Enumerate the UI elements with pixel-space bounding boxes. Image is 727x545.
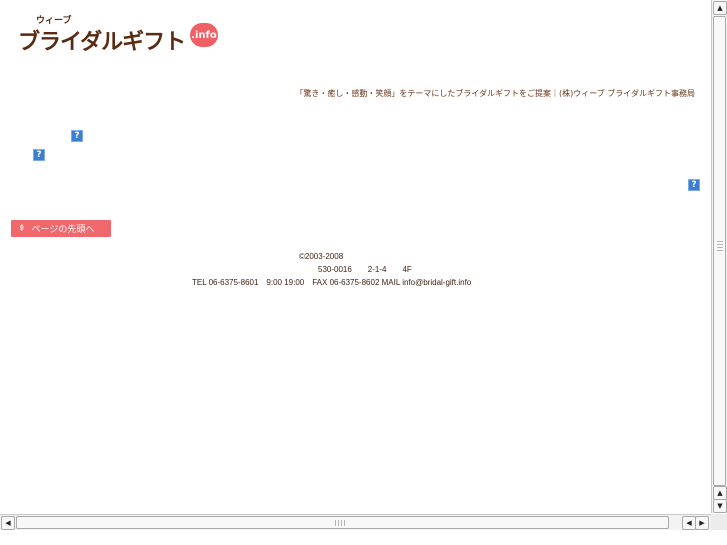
page-top-button[interactable]: ⇞ ページの先頭へ <box>11 220 111 237</box>
scrollbar-corner <box>711 514 727 530</box>
footer-address: 530-0016 2-1-4 4F <box>318 265 412 274</box>
footer-copyright: ©2003-2008 <box>299 252 344 261</box>
scroll-left-button[interactable]: ◀ <box>1 516 15 530</box>
vertical-scrollbar[interactable]: ▲ ▲ ▼ <box>711 0 727 513</box>
scroll-down-button-upper[interactable]: ▲ <box>713 486 727 500</box>
footer-contact: TEL 06-6375-8601 9:00 19:00 FAX 06-6375-… <box>192 278 472 287</box>
broken-image-icon: ? <box>688 179 700 191</box>
scroll-up-button[interactable]: ▲ <box>713 1 727 15</box>
scroll-down-button[interactable]: ▼ <box>713 499 727 513</box>
site-logo[interactable]: ブライダルギフト <box>18 24 186 56</box>
page-top-label: ページの先頭へ <box>31 225 95 235</box>
broken-image-icon: ? <box>71 130 83 142</box>
site-tagline: 「驚き・癒し・感動・笑顔」をテーマにしたブライダルギフトをご提案｜(株)ウィーブ… <box>295 89 695 98</box>
scroll-right-button[interactable]: ▶ <box>695 516 709 530</box>
broken-image-icon: ? <box>33 149 45 161</box>
horizontal-scrollbar[interactable]: ◀ ◀ ▶ <box>0 514 711 530</box>
vertical-scroll-thumb[interactable] <box>713 16 726 486</box>
scroll-left-button-right[interactable]: ◀ <box>682 516 696 530</box>
arrow-up-to-top-icon: ⇞ <box>18 223 26 234</box>
logo-info-badge: .info <box>190 23 218 47</box>
horizontal-scroll-thumb[interactable] <box>16 516 669 529</box>
window-bottom-strip <box>0 530 727 545</box>
